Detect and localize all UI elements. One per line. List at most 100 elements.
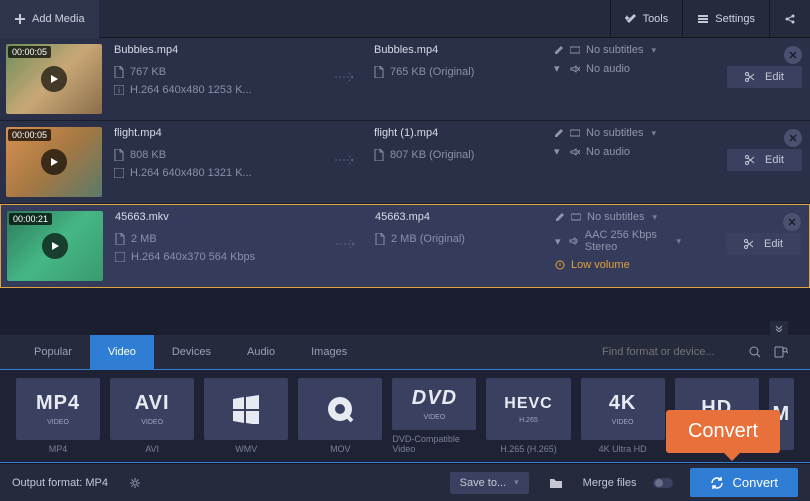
remove-button[interactable] (784, 46, 802, 64)
tab-video[interactable]: Video (90, 335, 154, 369)
tab-audio[interactable]: Audio (229, 335, 293, 369)
pencil-icon[interactable] (554, 128, 564, 138)
arrow-icon (332, 44, 362, 82)
edit-label: Edit (765, 154, 784, 166)
edit-button[interactable]: Edit (727, 66, 802, 88)
refresh-icon (710, 476, 724, 490)
source-size: 808 KB (130, 149, 166, 161)
footer-bar: Output format: MP4 Save to...▾ Merge fil… (0, 463, 810, 501)
duration-badge: 00:00:21 (9, 213, 52, 225)
info-icon (115, 252, 125, 262)
windows-icon (231, 394, 261, 424)
dest-filename: 45663.mp4 (373, 211, 533, 225)
settings-button[interactable]: Settings (683, 0, 769, 38)
pencil-icon[interactable] (555, 212, 565, 222)
warning-icon (555, 260, 565, 270)
add-media-label: Add Media (32, 13, 85, 25)
source-codec: H.264 640x370 564 Kbps (131, 251, 255, 263)
folder-icon[interactable] (543, 470, 569, 496)
plus-icon (14, 13, 26, 25)
save-to-button[interactable]: Save to...▾ (450, 472, 529, 494)
merge-toggle[interactable] (650, 470, 676, 496)
subtitles-value[interactable]: No subtitles (586, 44, 643, 56)
file-row[interactable]: 00:00:05 flight.mp4 808 KB H.264 640x480… (0, 121, 810, 204)
scissors-icon (744, 239, 754, 249)
edit-button[interactable]: Edit (726, 233, 801, 255)
format-4k[interactable]: 4KVIDEO (581, 378, 665, 440)
chevron-down-icon[interactable]: ▾ (651, 128, 656, 139)
remove-button[interactable] (784, 129, 802, 147)
speaker-icon (569, 236, 579, 246)
edit-label: Edit (765, 71, 784, 83)
edit-button[interactable]: Edit (727, 149, 802, 171)
arrow-icon (332, 127, 362, 165)
subtitles-value[interactable]: No subtitles (587, 211, 644, 223)
format-label: 4K Ultra HD (599, 444, 647, 454)
svg-text:i: i (118, 86, 120, 95)
mute-icon (570, 147, 580, 157)
tools-button[interactable]: Tools (611, 0, 683, 38)
edit-label: Edit (764, 238, 783, 250)
play-icon[interactable] (41, 149, 67, 175)
file-row[interactable]: 00:00:05 Bubbles.mp4 767 KB iH.264 640x4… (0, 38, 810, 121)
remove-button[interactable] (783, 213, 801, 231)
tools-label: Tools (643, 13, 669, 25)
dest-size: 765 KB (Original) (390, 66, 474, 78)
source-filename: 45663.mkv (113, 211, 323, 225)
chevron-down-icon[interactable]: ▾ (651, 45, 656, 56)
audio-value[interactable]: No audio (586, 146, 630, 158)
source-filename: flight.mp4 (112, 127, 322, 141)
subtitles-value[interactable]: No subtitles (586, 127, 643, 139)
chevron-down-icon[interactable]: ▾ (652, 212, 657, 223)
format-search-input[interactable] (602, 346, 742, 358)
audio-value[interactable]: AAC 256 Kbps Stereo (585, 229, 669, 253)
thumbnail[interactable]: 00:00:21 (7, 211, 103, 281)
output-format-label: Output format: MP4 (12, 477, 108, 489)
file-list: 00:00:05 Bubbles.mp4 767 KB iH.264 640x4… (0, 38, 810, 288)
format-wmv[interactable] (204, 378, 288, 440)
chevron-down-icon[interactable]: ▾ (676, 236, 681, 247)
subtitle-icon (570, 128, 580, 138)
file-icon (374, 66, 384, 78)
format-label: WMV (235, 444, 257, 454)
file-row[interactable]: 00:00:21 45663.mkv 2 MB H.264 640x370 56… (0, 204, 810, 288)
scissors-icon (745, 72, 755, 82)
format-label: DVD-Compatible Video (392, 434, 476, 454)
mute-icon (570, 64, 580, 74)
format-tabs: Popular Video Devices Audio Images (0, 335, 810, 369)
format-avi[interactable]: AVIVIDEO (110, 378, 194, 440)
play-icon[interactable] (41, 66, 67, 92)
thumbnail[interactable]: 00:00:05 (6, 127, 102, 197)
collapse-toggle[interactable] (770, 321, 788, 335)
format-mp4[interactable]: MP4VIDEO (16, 378, 100, 440)
thumbnail[interactable]: 00:00:05 (6, 44, 102, 114)
quicktime-icon (325, 394, 355, 424)
dest-filename: flight (1).mp4 (372, 127, 532, 141)
add-media-button[interactable]: Add Media (0, 0, 99, 38)
search-icon[interactable] (742, 339, 768, 365)
tab-popular[interactable]: Popular (16, 335, 90, 369)
subtitle-icon (571, 212, 581, 222)
gear-icon[interactable] (122, 470, 148, 496)
pencil-icon[interactable] (554, 45, 564, 55)
source-size: 767 KB (130, 66, 166, 78)
info-icon (114, 168, 124, 178)
convert-button[interactable]: Convert (690, 468, 798, 497)
share-icon (784, 13, 796, 25)
audio-value[interactable]: No audio (586, 63, 630, 75)
source-codec: H.264 640x480 1253 K... (130, 84, 252, 96)
top-toolbar: Add Media Tools Settings (0, 0, 810, 38)
tab-images[interactable]: Images (293, 335, 365, 369)
format-dvd[interactable]: DVDVIDEO (392, 378, 476, 430)
tab-devices[interactable]: Devices (154, 335, 229, 369)
format-label: MOV (330, 444, 351, 454)
info-icon: i (114, 85, 124, 95)
settings-label: Settings (715, 13, 755, 25)
detect-device-icon[interactable] (768, 339, 794, 365)
source-size: 2 MB (131, 233, 157, 245)
play-icon[interactable] (42, 233, 68, 259)
share-button[interactable] (770, 0, 810, 38)
format-label: AVI (145, 444, 159, 454)
format-mov[interactable] (298, 378, 382, 440)
format-hevc[interactable]: HEVCH.265 (486, 378, 570, 440)
